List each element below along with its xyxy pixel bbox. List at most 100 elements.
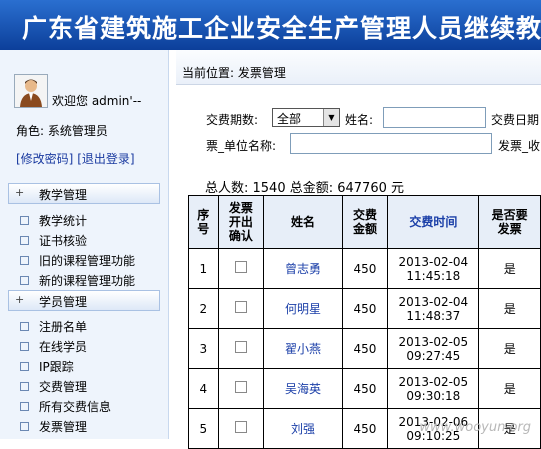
change-password-link[interactable]: [修改密码]	[16, 152, 73, 166]
invoice-unit-input[interactable]	[290, 133, 492, 154]
pay-clock: 11:45:18	[406, 268, 461, 283]
summary-text: 总人数: 1540 总金额: 647760 元	[205, 181, 404, 196]
expand-plus-icon: +	[15, 186, 25, 199]
pay-clock: 09:27:45	[406, 348, 461, 363]
period-select[interactable]: 全部 ▼	[272, 108, 340, 127]
need-invoice-cell: 是	[478, 368, 541, 409]
amount-cell: 450	[341, 408, 389, 449]
row-no: 1	[188, 248, 219, 289]
bullet-icon	[20, 236, 29, 245]
table-row: 1 曾志勇 450 2013-02-04 11:45:18 是	[188, 248, 541, 289]
menu-item-payment-mgmt[interactable]: 交费管理	[20, 378, 87, 395]
user-role: 角色: 系统管理员	[16, 124, 108, 138]
menu-item-all-payments[interactable]: 所有交费信息	[20, 398, 111, 415]
amount-cell: 450	[341, 368, 389, 409]
invoice-confirm-checkbox[interactable]	[234, 341, 247, 353]
menu-item-label: 旧的课程管理功能	[39, 254, 136, 268]
bullet-icon	[20, 322, 29, 331]
menu-item-label: 注册名单	[39, 320, 88, 334]
invoice-confirm-cell	[217, 408, 265, 449]
need-invoice-cell: 是	[478, 328, 541, 369]
pay-clock: 11:48:37	[406, 308, 461, 323]
pay-clock: 09:30:18	[406, 388, 461, 403]
invoice-confirm-cell	[217, 368, 265, 409]
pay-time-cell: 2013-02-05 09:30:18	[387, 368, 480, 409]
invoice-confirm-checkbox[interactable]	[234, 261, 247, 273]
table-row: 4 吴海英 450 2013-02-05 09:30:18 是	[188, 368, 541, 409]
menu-item-new-course-mgmt[interactable]: 新的课程管理功能	[20, 272, 135, 289]
breadcrumb-text: 当前位置: 发票管理	[182, 66, 286, 80]
watermark: www.wooyun.org	[419, 420, 531, 435]
row-no: 2	[188, 288, 219, 329]
bullet-icon	[20, 342, 29, 351]
invoice-confirm-checkbox[interactable]	[234, 421, 247, 433]
student-name-link[interactable]: 翟小燕	[263, 328, 343, 369]
logout-link[interactable]: [退出登录]	[77, 152, 134, 166]
invoice-confirm-cell	[217, 248, 265, 289]
pay-date: 2013-02-05	[398, 334, 469, 349]
bullet-icon	[20, 276, 29, 285]
menu-item-registration-list[interactable]: 注册名单	[20, 318, 87, 335]
col-header-pay-time[interactable]: 交费时间	[387, 195, 480, 249]
student-name-link[interactable]: 何明星	[263, 288, 343, 329]
col-header-amount: 交费金额	[341, 195, 389, 249]
menu-item-label: 交费管理	[39, 380, 88, 394]
invoice-confirm-cell	[217, 328, 265, 369]
period-label: 交费期数:	[206, 113, 259, 127]
breadcrumb: 当前位置: 发票管理	[176, 50, 541, 85]
user-avatar-icon	[14, 74, 48, 108]
invoice-confirm-checkbox[interactable]	[234, 301, 247, 313]
site-title: 广东省建筑施工企业安全生产管理人员继续教	[22, 14, 541, 43]
name-label: 姓名:	[345, 113, 374, 127]
bullet-icon	[20, 422, 29, 431]
table-row: 2 何明星 450 2013-02-04 11:48:37 是	[188, 288, 541, 329]
student-name-link[interactable]: 吴海英	[263, 368, 343, 409]
row-no: 5	[188, 408, 219, 449]
period-select-value: 全部	[277, 112, 302, 126]
pay-date: 2013-02-04	[398, 294, 469, 309]
table-header-row: 序号 发票开出确认 姓名 交费金额 交费时间 是否要发票	[188, 195, 541, 249]
amount-cell: 450	[341, 288, 389, 329]
menu-item-label: 所有交费信息	[39, 400, 112, 414]
invoice-table: 序号 发票开出确认 姓名 交费金额 交费时间 是否要发票 1 曾志勇 450 2…	[188, 195, 541, 449]
top-banner: 广东省建筑施工企业安全生产管理人员继续教	[0, 0, 541, 50]
sidebar: 欢迎您 admin'-- 角色: 系统管理员 [修改密码] [退出登录] + 教…	[0, 50, 169, 439]
bullet-icon	[20, 216, 29, 225]
pay-time-cell: 2013-02-05 09:27:45	[387, 328, 480, 369]
col-header-name: 姓名	[263, 195, 343, 249]
menu-item-cert-verify[interactable]: 证书核验	[20, 232, 87, 249]
name-input[interactable]	[383, 107, 486, 128]
row-no: 3	[188, 328, 219, 369]
menu-item-ip-tracking[interactable]: IP跟踪	[20, 358, 74, 375]
row-no: 4	[188, 368, 219, 409]
pay-time-cell: 2013-02-04 11:45:18	[387, 248, 480, 289]
student-name-link[interactable]: 曾志勇	[263, 248, 343, 289]
need-invoice-cell: 是	[478, 248, 541, 289]
menu-item-label: 发票管理	[39, 420, 88, 434]
pay-date: 2013-02-05	[398, 374, 469, 389]
menu-item-label: 在线学员	[39, 340, 88, 354]
pay-time-cell: 2013-02-04 11:48:37	[387, 288, 480, 329]
invoice-recipient-label: 发票_收	[498, 139, 541, 153]
welcome-text: 欢迎您 admin'--	[52, 94, 142, 108]
col-header-need-invoice: 是否要发票	[478, 195, 541, 249]
pay-date: 2013-02-04	[398, 254, 469, 269]
menu-item-teaching-stats[interactable]: 教学统计	[20, 212, 87, 229]
student-name-link[interactable]: 刘强	[263, 408, 343, 449]
bullet-icon	[20, 256, 29, 265]
section-student-management[interactable]: + 学员管理	[8, 290, 160, 311]
section-label: 学员管理	[39, 295, 88, 309]
menu-item-old-course-mgmt[interactable]: 旧的课程管理功能	[20, 252, 135, 269]
menu-item-invoice-mgmt[interactable]: 发票管理	[20, 418, 87, 435]
amount-cell: 450	[341, 328, 389, 369]
menu-item-label: 新的课程管理功能	[39, 274, 136, 288]
bullet-icon	[20, 402, 29, 411]
bullet-icon	[20, 362, 29, 371]
section-teaching-management[interactable]: + 教学管理	[8, 183, 160, 204]
menu-item-online-students[interactable]: 在线学员	[20, 338, 87, 355]
pay-date-label: 交费日期	[491, 113, 540, 127]
col-header-invoice-confirm: 发票开出确认	[217, 195, 265, 249]
invoice-confirm-checkbox[interactable]	[234, 381, 247, 393]
need-invoice-cell: 是	[478, 288, 541, 329]
invoice-unit-label: 票_单位名称:	[206, 139, 277, 153]
